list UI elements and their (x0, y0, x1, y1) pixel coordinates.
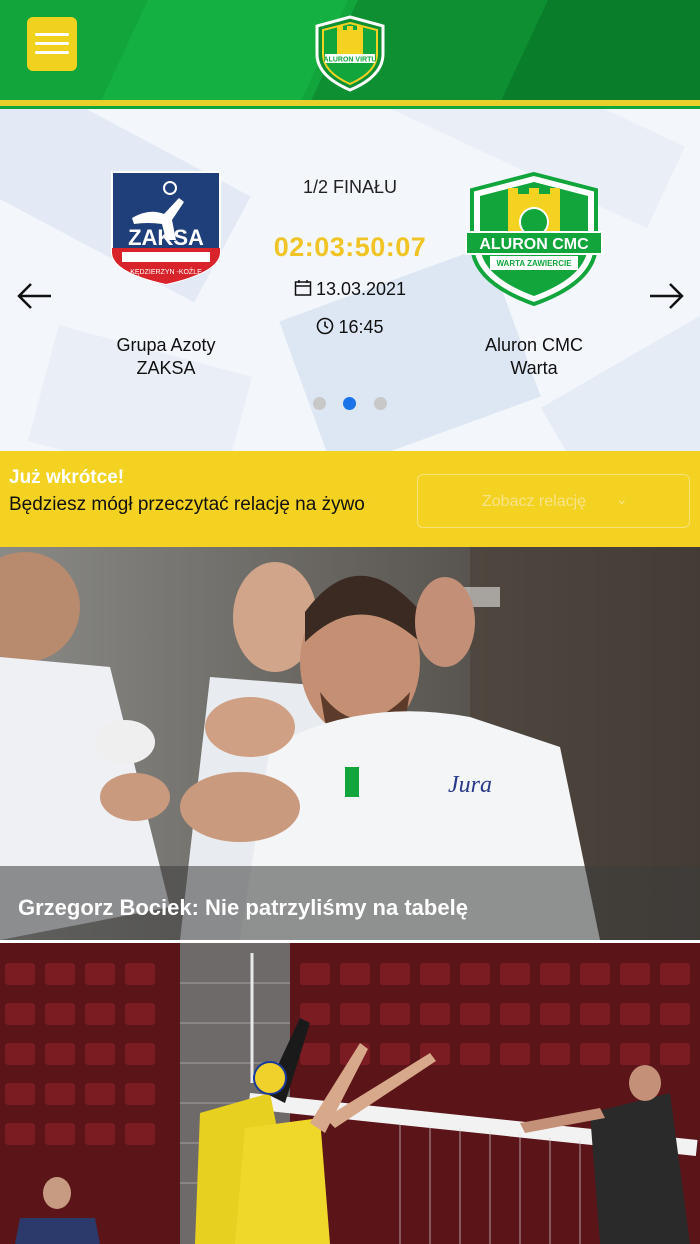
svg-text:KĘDZIERZYN -KOŹLE: KĘDZIERZYN -KOŹLE (130, 267, 202, 276)
carousel-dot[interactable] (374, 397, 387, 410)
news-title[interactable]: Grzegorz Bociek: Nie patrzyliśmy na tabe… (18, 895, 468, 921)
carousel-dot-active[interactable] (343, 397, 356, 410)
match-countdown: 02:03:50:07 (273, 232, 427, 262)
news-photo (0, 943, 700, 1244)
svg-text:ALURON VIRTU: ALURON VIRTU (324, 57, 377, 64)
away-team-name: Aluron CMC Warta (484, 335, 584, 378)
banner-text: Będziesz mógł przeczytać relację na żywo (9, 494, 365, 515)
svg-text:Jura: Jura (448, 772, 492, 798)
see-report-button[interactable]: Zobacz relację ⌄ (417, 474, 690, 528)
carousel-indicators (0, 397, 700, 411)
svg-text:ZAKSA: ZAKSA (128, 225, 204, 250)
chevron-down-icon: ⌄ (616, 491, 628, 507)
club-logo[interactable]: ALURON VIRTU (313, 14, 387, 92)
hamburger-menu-icon[interactable] (27, 17, 77, 71)
previous-arrow-icon[interactable] (15, 280, 55, 312)
zaksa-team-logo[interactable]: KĘDZIERZYN -KOŹLE ZAKSA (104, 168, 228, 288)
next-arrow-icon[interactable] (646, 280, 686, 312)
clock-icon (317, 317, 334, 335)
calendar-icon (294, 280, 312, 296)
match-phase: 1/2 FINAŁU (302, 177, 398, 197)
banner-title: Już wkrótce! (9, 467, 125, 488)
svg-text:ALURON CMC: ALURON CMC (479, 236, 589, 253)
news-card[interactable] (0, 943, 700, 1244)
aluron-cmc-team-logo[interactable]: ALURON CMC WARTA ZAWIERCIE (464, 170, 604, 310)
match-time: 16:45 (250, 317, 450, 338)
carousel-dot[interactable] (313, 397, 326, 410)
svg-text:WARTA ZAWIERCIE: WARTA ZAWIERCIE (496, 259, 572, 268)
match-date: 13.03.2021 (250, 279, 450, 300)
home-team-name: Grupa Azoty ZAKSA (116, 335, 216, 378)
